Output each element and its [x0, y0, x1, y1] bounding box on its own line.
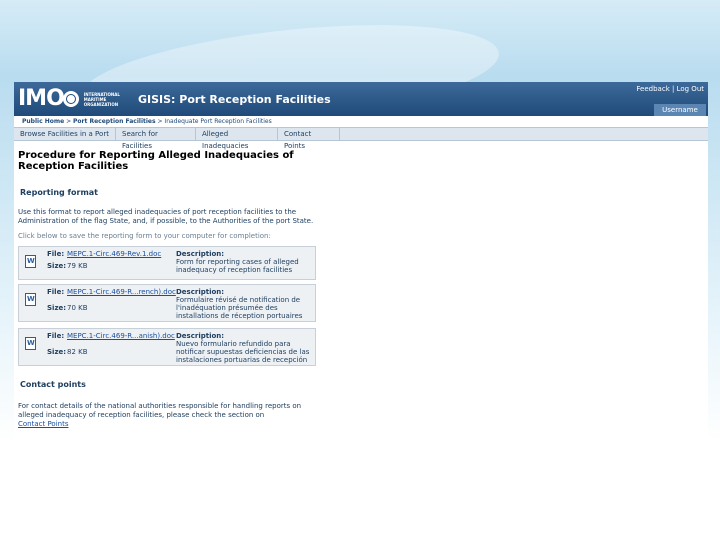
- file-size: 82 KB: [67, 348, 88, 356]
- contact-points-link[interactable]: Contact Points: [18, 420, 69, 428]
- link-separator: |: [671, 85, 675, 93]
- header-bar: IMO INTERNATIONAL MARITIME ORGANIZATION …: [14, 82, 708, 126]
- size-label: Size:: [47, 262, 67, 270]
- file-size: 79 KB: [67, 262, 88, 270]
- imo-logo[interactable]: IMO INTERNATIONAL MARITIME ORGANIZATION: [18, 87, 130, 111]
- file-description: Form for reporting cases of alleged inad…: [176, 258, 299, 274]
- logout-link[interactable]: Log Out: [677, 85, 704, 93]
- browser-page: IMO INTERNATIONAL MARITIME ORGANIZATION …: [14, 82, 708, 460]
- breadcrumb-home[interactable]: Public Home: [22, 118, 64, 125]
- description-label: Description:: [176, 250, 225, 258]
- contact-points-heading: Contact points: [20, 380, 86, 389]
- tab-browse-facilities[interactable]: Browse Facilities in a Port: [14, 128, 116, 140]
- description-label: Description:: [176, 288, 225, 296]
- file-label: File:: [47, 250, 65, 258]
- file-label: File:: [47, 288, 65, 296]
- feedback-link[interactable]: Feedback: [636, 85, 669, 93]
- file-block: File: MEPC.1-Circ.469-R...anish).doc Siz…: [18, 328, 316, 366]
- file-size: 70 KB: [67, 304, 88, 312]
- file-block: File: MEPC.1-Circ.469-Rev.1.doc Size: 79…: [18, 246, 316, 280]
- tab-search-facilities[interactable]: Search for Facilities: [116, 128, 196, 150]
- tab-alleged-inadequacies[interactable]: Alleged Inadequacies: [196, 128, 278, 150]
- word-doc-icon: [25, 255, 36, 268]
- user-name-box[interactable]: Username Here: [654, 104, 706, 126]
- intro-text: Use this format to report alleged inadeq…: [18, 208, 314, 225]
- file-link[interactable]: MEPC.1-Circ.469-R...anish).doc: [67, 332, 175, 340]
- file-label: File:: [47, 332, 65, 340]
- file-block: File: MEPC.1-Circ.469-R...rench).doc Siz…: [18, 284, 316, 322]
- globe-icon: [62, 91, 79, 107]
- app-title: GISIS: Port Reception Facilities: [138, 93, 331, 106]
- contact-text: For contact details of the national auth…: [18, 402, 302, 419]
- logo-text: IMO: [18, 86, 65, 111]
- save-hint-text: Click below to save the reporting form t…: [18, 232, 271, 240]
- file-link[interactable]: MEPC.1-Circ.469-Rev.1.doc: [67, 250, 161, 258]
- size-label: Size:: [47, 304, 67, 312]
- description-label: Description:: [176, 332, 225, 340]
- breadcrumb-sep: >: [64, 118, 74, 125]
- reporting-format-heading: Reporting format: [20, 188, 99, 197]
- word-doc-icon: [25, 337, 36, 350]
- tab-bar: Browse Facilities in a Port Search for F…: [14, 127, 708, 150]
- file-description: Nuevo formulario refundido para notifica…: [176, 340, 310, 364]
- logo-org-name: INTERNATIONAL MARITIME ORGANIZATION: [83, 91, 120, 107]
- file-link[interactable]: MEPC.1-Circ.469-R...rench).doc: [67, 288, 176, 296]
- word-doc-icon: [25, 293, 36, 306]
- breadcrumb-prf[interactable]: Port Reception Facilities: [73, 118, 156, 125]
- breadcrumb: Public Home > Port Reception Facilities …: [14, 116, 708, 127]
- size-label: Size:: [47, 348, 67, 356]
- page-title: Procedure for Reporting Alleged Inadequa…: [18, 150, 294, 172]
- breadcrumb-current: Inadequate Port Reception Facilities: [164, 118, 272, 125]
- file-description: Formulaire révisé de notification de l'i…: [176, 296, 303, 320]
- tab-contact-points[interactable]: Contact Points: [278, 128, 340, 150]
- top-links: Feedback | Log Out: [636, 85, 704, 93]
